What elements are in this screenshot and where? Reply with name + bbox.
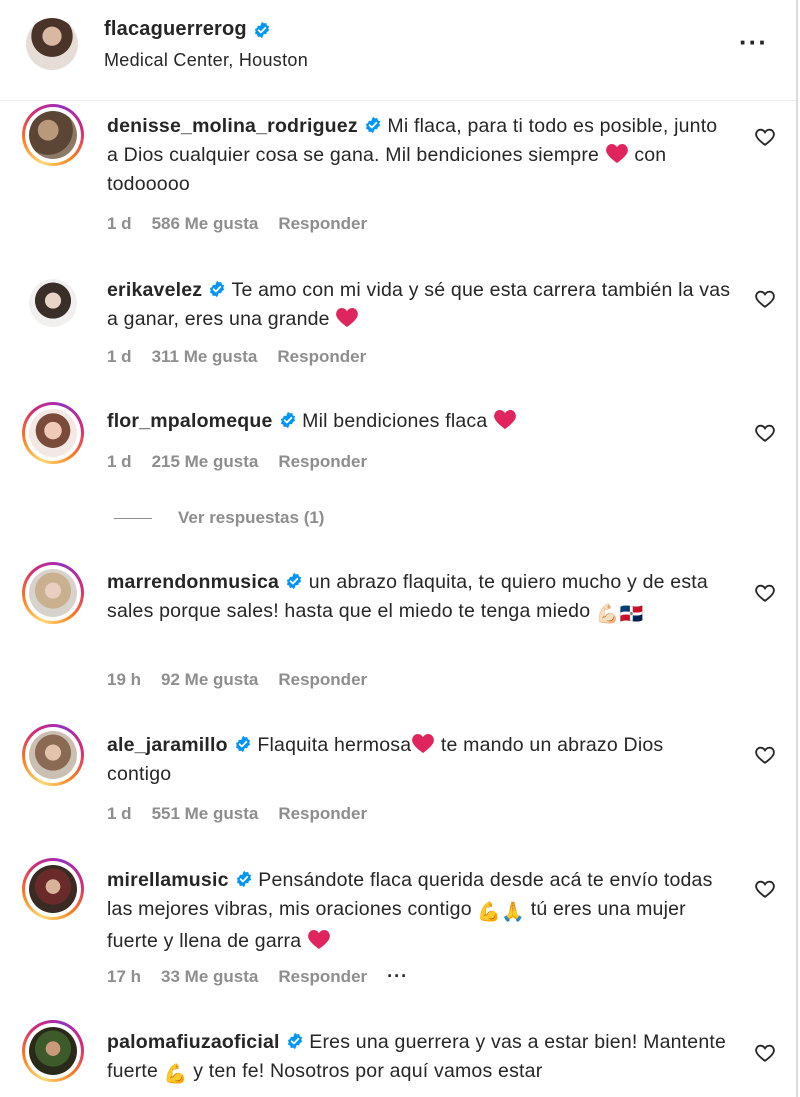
comment-body: Mil bendiciones flaca [302,410,488,432]
verified-badge-icon [210,280,225,298]
red-heart-emoji-icon [605,144,628,163]
comment-time[interactable]: 1 d [107,804,132,824]
emoji-group: 💪🙏 [477,902,526,923]
heart-outline-icon[interactable] [754,126,776,148]
replies-divider [114,517,152,519]
comment-likes[interactable]: 33 Me gusta [161,967,258,987]
heart-outline-icon[interactable] [754,878,776,900]
comment-text: marrendonmusica un abrazo flaquita, te q… [107,568,732,629]
comment-likes[interactable]: 92 Me gusta [161,670,258,690]
comments-panel: flacaguerrerog Medical Center, Houston ·… [0,0,798,1097]
reply-button[interactable]: Responder [278,214,367,234]
verified-badge-icon [280,411,295,429]
verified-badge-icon [254,21,269,38]
verified-badge-icon [287,572,302,590]
comment-time[interactable]: 1 d [107,452,132,472]
comment-username[interactable]: ale_jaramillo [107,734,228,756]
header-username[interactable]: flacaguerrerog [104,18,247,41]
comment-username[interactable]: denisse_molina_rodriguez [107,115,358,137]
comment-time[interactable]: 1 d [107,214,132,234]
comment-avatar[interactable] [22,1020,84,1082]
emoji-group: 💪🏻🇩🇴 [595,604,644,625]
comment-avatar[interactable] [22,724,84,786]
comment-options-icon[interactable]: ··· [387,966,408,987]
verified-badge-icon [365,116,380,134]
comment-meta: 1 d 311 Me gusta Responder [107,347,366,367]
emoji-group: 💪 [163,1064,188,1085]
comment-text: mirellamusic Pensándote flaca querida de… [107,866,732,956]
comment-time[interactable]: 17 h [107,967,141,987]
comment-avatar[interactable] [22,562,84,624]
comment-text: denisse_molina_rodriguez Mi flaca, para … [107,112,732,199]
red-heart-emoji-icon [336,308,359,327]
heart-outline-icon[interactable] [754,422,776,444]
reply-button[interactable]: Responder [278,804,367,824]
reply-button[interactable]: Responder [278,452,367,472]
comment-text: ale_jaramillo Flaquita hermosa te mando … [107,731,732,789]
verified-badge-icon [287,1032,302,1050]
verified-badge-icon [236,870,251,888]
heart-outline-icon[interactable] [754,1042,776,1064]
comment-time[interactable]: 1 d [107,347,132,367]
comment-meta: 17 h 33 Me gusta Responder ··· [107,966,408,987]
comment-meta: 1 d 215 Me gusta Responder [107,452,367,472]
view-replies-label[interactable]: Ver respuestas (1) [178,508,324,528]
comment-username[interactable]: erikavelez [107,279,202,301]
red-heart-emoji-icon [494,410,516,429]
comment-body-end: y ten fe! Nosotros por aquí vamos estar [193,1060,543,1082]
header-username-row[interactable]: flacaguerrerog [104,18,271,41]
comment-username[interactable]: marrendonmusica [107,571,279,593]
comment-likes[interactable]: 551 Me gusta [152,804,259,824]
comment-meta: 19 h 92 Me gusta Responder [107,670,367,690]
comment-likes[interactable]: 215 Me gusta [152,452,259,472]
profile-avatar[interactable] [26,18,78,70]
comment-likes[interactable]: 586 Me gusta [152,214,259,234]
comment-avatar[interactable] [22,104,84,166]
comment-avatar[interactable] [22,402,84,464]
comment-username[interactable]: flor_mpalomeque [107,410,273,432]
comment-text: erikavelez Te amo con mi vida y sé que e… [107,276,732,334]
comment-meta: 1 d 551 Me gusta Responder [107,804,367,824]
reply-button[interactable]: Responder [278,967,367,987]
reply-button[interactable]: Responder [277,347,366,367]
comment-avatar[interactable] [22,272,84,334]
more-options-icon[interactable]: ··· [739,29,768,55]
heart-outline-icon[interactable] [754,582,776,604]
header-location[interactable]: Medical Center, Houston [104,50,308,71]
comment-avatar[interactable] [22,858,84,920]
red-heart-emoji-icon [412,734,435,753]
comment-text: palomafiuzaoficial Eres una guerrera y v… [107,1028,732,1089]
heart-outline-icon[interactable] [754,288,776,310]
red-heart-emoji-icon [308,930,330,949]
reply-button[interactable]: Responder [278,670,367,690]
comment-time[interactable]: 19 h [107,670,141,690]
comment-username[interactable]: mirellamusic [107,869,229,891]
heart-outline-icon[interactable] [754,744,776,766]
comment-body: Flaquita hermosa [257,734,412,756]
comment-text: flor_mpalomeque Mil bendiciones flaca [107,407,732,436]
comment-username[interactable]: palomafiuzaoficial [107,1031,280,1053]
comment-meta: 1 d 586 Me gusta Responder [107,214,367,234]
comment-likes[interactable]: 311 Me gusta [152,347,258,367]
post-header: flacaguerrerog Medical Center, Houston ·… [0,0,796,101]
view-replies-button[interactable]: Ver respuestas (1) [114,508,324,528]
verified-badge-icon [235,735,250,753]
